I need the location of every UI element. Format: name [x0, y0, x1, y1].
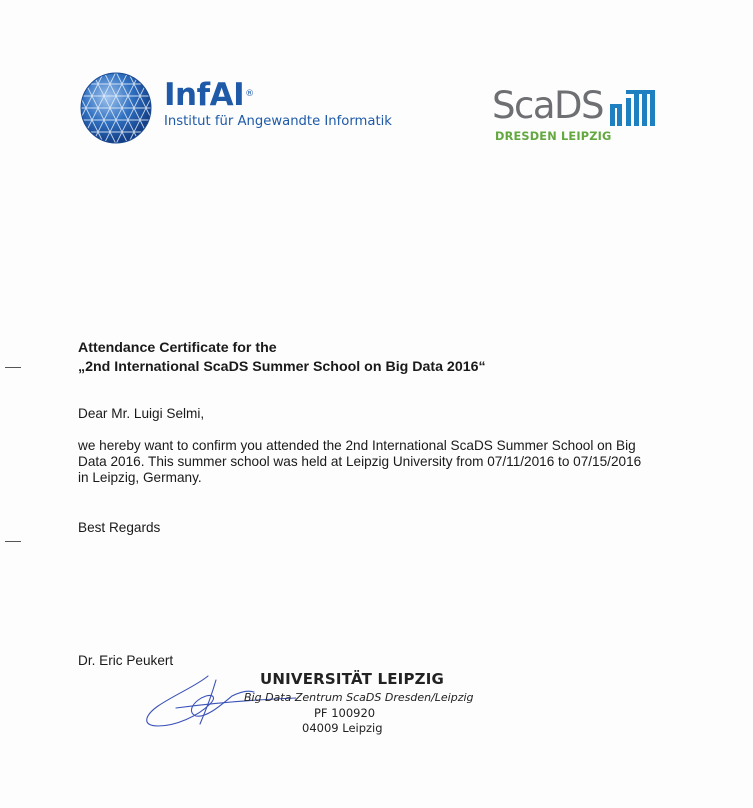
body-paragraph: we hereby want to confirm you attended t…	[78, 438, 678, 486]
globe-icon	[80, 72, 152, 144]
scads-wordmark: ScaDS	[492, 84, 604, 127]
body-line: in Leipzig, Germany.	[78, 470, 202, 485]
infai-subtitle: Institut für Angewandte Informatik	[164, 114, 392, 129]
infai-logo: InfAI® Institut für Angewandte Informati…	[80, 72, 392, 144]
stamp-city: 04009 Leipzig	[302, 721, 383, 735]
scads-bars-icon	[610, 90, 655, 126]
closing: Best Regards	[78, 520, 161, 535]
body-line: we hereby want to confirm you attended t…	[78, 438, 636, 453]
scads-subtitle: DRESDEN LEIPZIG	[495, 130, 612, 143]
greeting: Dear Mr. Luigi Selmi,	[78, 406, 205, 421]
fold-mark	[5, 541, 21, 542]
event-title: „2nd International ScaDS Summer School o…	[78, 359, 486, 375]
body-line: Data 2016. This summer school was held a…	[78, 454, 642, 469]
stamp-postbox: PF 100920	[314, 706, 376, 720]
certificate-page: InfAI® Institut für Angewandte Informati…	[0, 0, 753, 808]
fold-mark	[5, 367, 21, 368]
stamp-institute: Big Data Zentrum ScaDS Dresden/Leipzig	[244, 691, 474, 704]
certificate-heading: Attendance Certificate for the	[78, 340, 277, 356]
university-stamp: UNIVERSITÄT LEIPZIG Big Data Zentrum Sca…	[244, 670, 504, 740]
infai-wordmark: InfAI®	[164, 77, 254, 113]
stamp-title: UNIVERSITÄT LEIPZIG	[260, 670, 445, 688]
scads-logo: ScaDS DRESDEN LEIPZIG	[492, 86, 672, 150]
